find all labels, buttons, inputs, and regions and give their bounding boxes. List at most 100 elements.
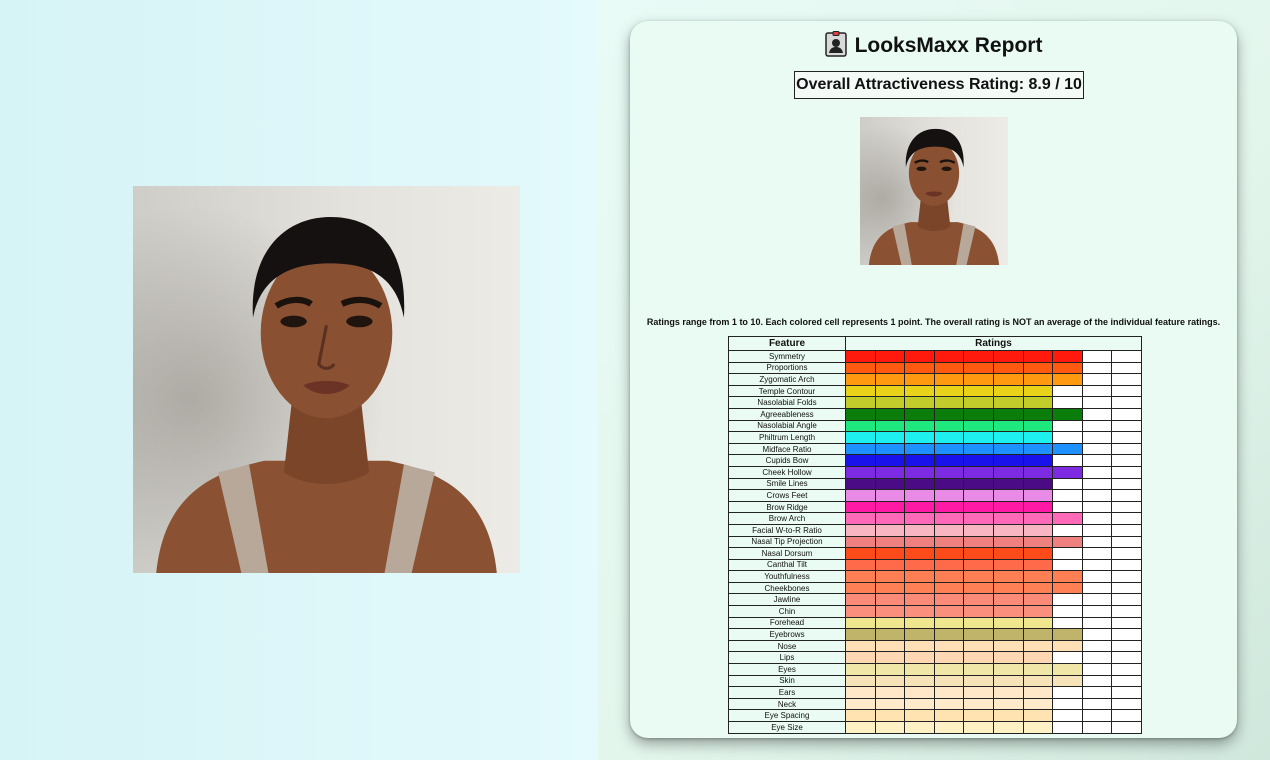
rating-point-filled (904, 674, 935, 688)
rating-point-filled (1022, 431, 1054, 444)
rating-point-filled (1022, 477, 1054, 491)
rating-point-empty (1052, 697, 1083, 711)
rating-point-filled (874, 639, 906, 653)
rating-point-filled (933, 489, 965, 502)
rating-point-filled (874, 512, 906, 525)
rating-point-filled (845, 431, 876, 444)
rating-point-filled (1022, 407, 1054, 421)
rating-point-filled (1022, 535, 1054, 549)
rating-point-empty (1052, 686, 1083, 699)
rating-point-filled (1022, 361, 1054, 375)
rating-point-empty (1111, 407, 1142, 421)
rating-point-filled (874, 489, 906, 502)
rating-point-filled (904, 558, 935, 572)
report-card: LooksMaxx Report Overall Attractiveness … (630, 21, 1237, 738)
rating-point-empty (1052, 419, 1083, 433)
rating-point-filled (963, 373, 994, 386)
rating-point-empty (1111, 500, 1142, 514)
table-row: Crows Feet (728, 489, 1142, 502)
rating-point-filled (1022, 454, 1054, 467)
rating-point-empty (1081, 384, 1113, 398)
rating-point-empty (1052, 547, 1083, 560)
report-title-row: LooksMaxx Report (630, 31, 1237, 58)
rating-point-filled (992, 465, 1024, 479)
rating-point-filled (874, 431, 906, 444)
rating-point-empty (1111, 709, 1142, 722)
rating-point-filled (933, 535, 965, 549)
rating-point-filled (963, 639, 994, 653)
rating-point-filled (845, 616, 876, 630)
table-row: Neck (728, 697, 1142, 711)
rating-point-empty (1081, 674, 1113, 688)
feature-label: Nasolabial Folds (728, 396, 846, 409)
rating-point-filled (874, 454, 906, 467)
rating-point-filled (992, 570, 1024, 583)
table-row: Nasolabial Angle (728, 419, 1142, 433)
rating-point-filled (992, 581, 1024, 595)
rating-point-filled (1052, 570, 1083, 583)
rating-point-empty (1081, 477, 1113, 491)
rating-point-filled (1022, 558, 1054, 572)
rating-point-filled (904, 407, 935, 421)
rating-point-filled (904, 535, 935, 549)
table-row: Nose (728, 639, 1142, 653)
rating-point-empty (1111, 535, 1142, 549)
table-row: Agreeableness (728, 407, 1142, 421)
rating-point-filled (845, 361, 876, 375)
rating-point-empty (1081, 663, 1113, 676)
rating-point-filled (933, 686, 965, 699)
rating-point-empty (1052, 384, 1083, 398)
rating-point-empty (1081, 396, 1113, 409)
rating-point-filled (992, 512, 1024, 525)
rating-point-filled (904, 384, 935, 398)
rating-point-filled (874, 407, 906, 421)
rating-point-filled (845, 384, 876, 398)
rating-point-filled (874, 558, 906, 572)
rating-point-empty (1052, 431, 1083, 444)
rating-point-filled (874, 663, 906, 676)
rating-point-filled (1022, 489, 1054, 502)
rating-point-filled (845, 465, 876, 479)
rating-point-filled (845, 721, 876, 734)
rating-point-empty (1081, 454, 1113, 467)
rating-point-filled (963, 419, 994, 433)
table-row: Eyebrows (728, 628, 1142, 641)
feature-label: Zygomatic Arch (728, 373, 846, 386)
feature-label: Brow Arch (728, 512, 846, 525)
rating-point-filled (874, 547, 906, 560)
table-row: Philtrum Length (728, 431, 1142, 444)
rating-point-filled (904, 500, 935, 514)
rating-point-filled (1022, 547, 1054, 560)
rating-point-filled (845, 651, 876, 665)
rating-point-empty (1111, 721, 1142, 734)
rating-point-filled (1052, 361, 1083, 375)
rating-point-filled (904, 663, 935, 676)
rating-point-filled (992, 350, 1024, 363)
rating-point-filled (874, 465, 906, 479)
feature-label: Brow Ridge (728, 500, 846, 514)
rating-point-empty (1052, 616, 1083, 630)
rating-point-filled (874, 442, 906, 456)
rating-point-filled (963, 570, 994, 583)
rating-point-empty (1052, 489, 1083, 502)
rating-point-filled (874, 396, 906, 409)
rating-point-filled (904, 570, 935, 583)
rating-point-empty (1081, 512, 1113, 525)
rating-point-empty (1111, 384, 1142, 398)
rating-point-filled (933, 442, 965, 456)
rating-point-filled (933, 628, 965, 641)
rating-point-filled (1022, 419, 1054, 433)
table-row: Skin (728, 674, 1142, 688)
table-row: Temple Contour (728, 384, 1142, 398)
rating-point-filled (992, 686, 1024, 699)
rating-point-filled (933, 616, 965, 630)
rating-point-empty (1111, 442, 1142, 456)
feature-label: Cheekbones (728, 581, 846, 595)
table-row: Youthfulness (728, 570, 1142, 583)
rating-point-filled (1022, 396, 1054, 409)
rating-point-filled (1052, 350, 1083, 363)
rating-point-filled (904, 605, 935, 618)
rating-point-filled (904, 396, 935, 409)
rating-point-empty (1052, 558, 1083, 572)
rating-point-filled (904, 721, 935, 734)
